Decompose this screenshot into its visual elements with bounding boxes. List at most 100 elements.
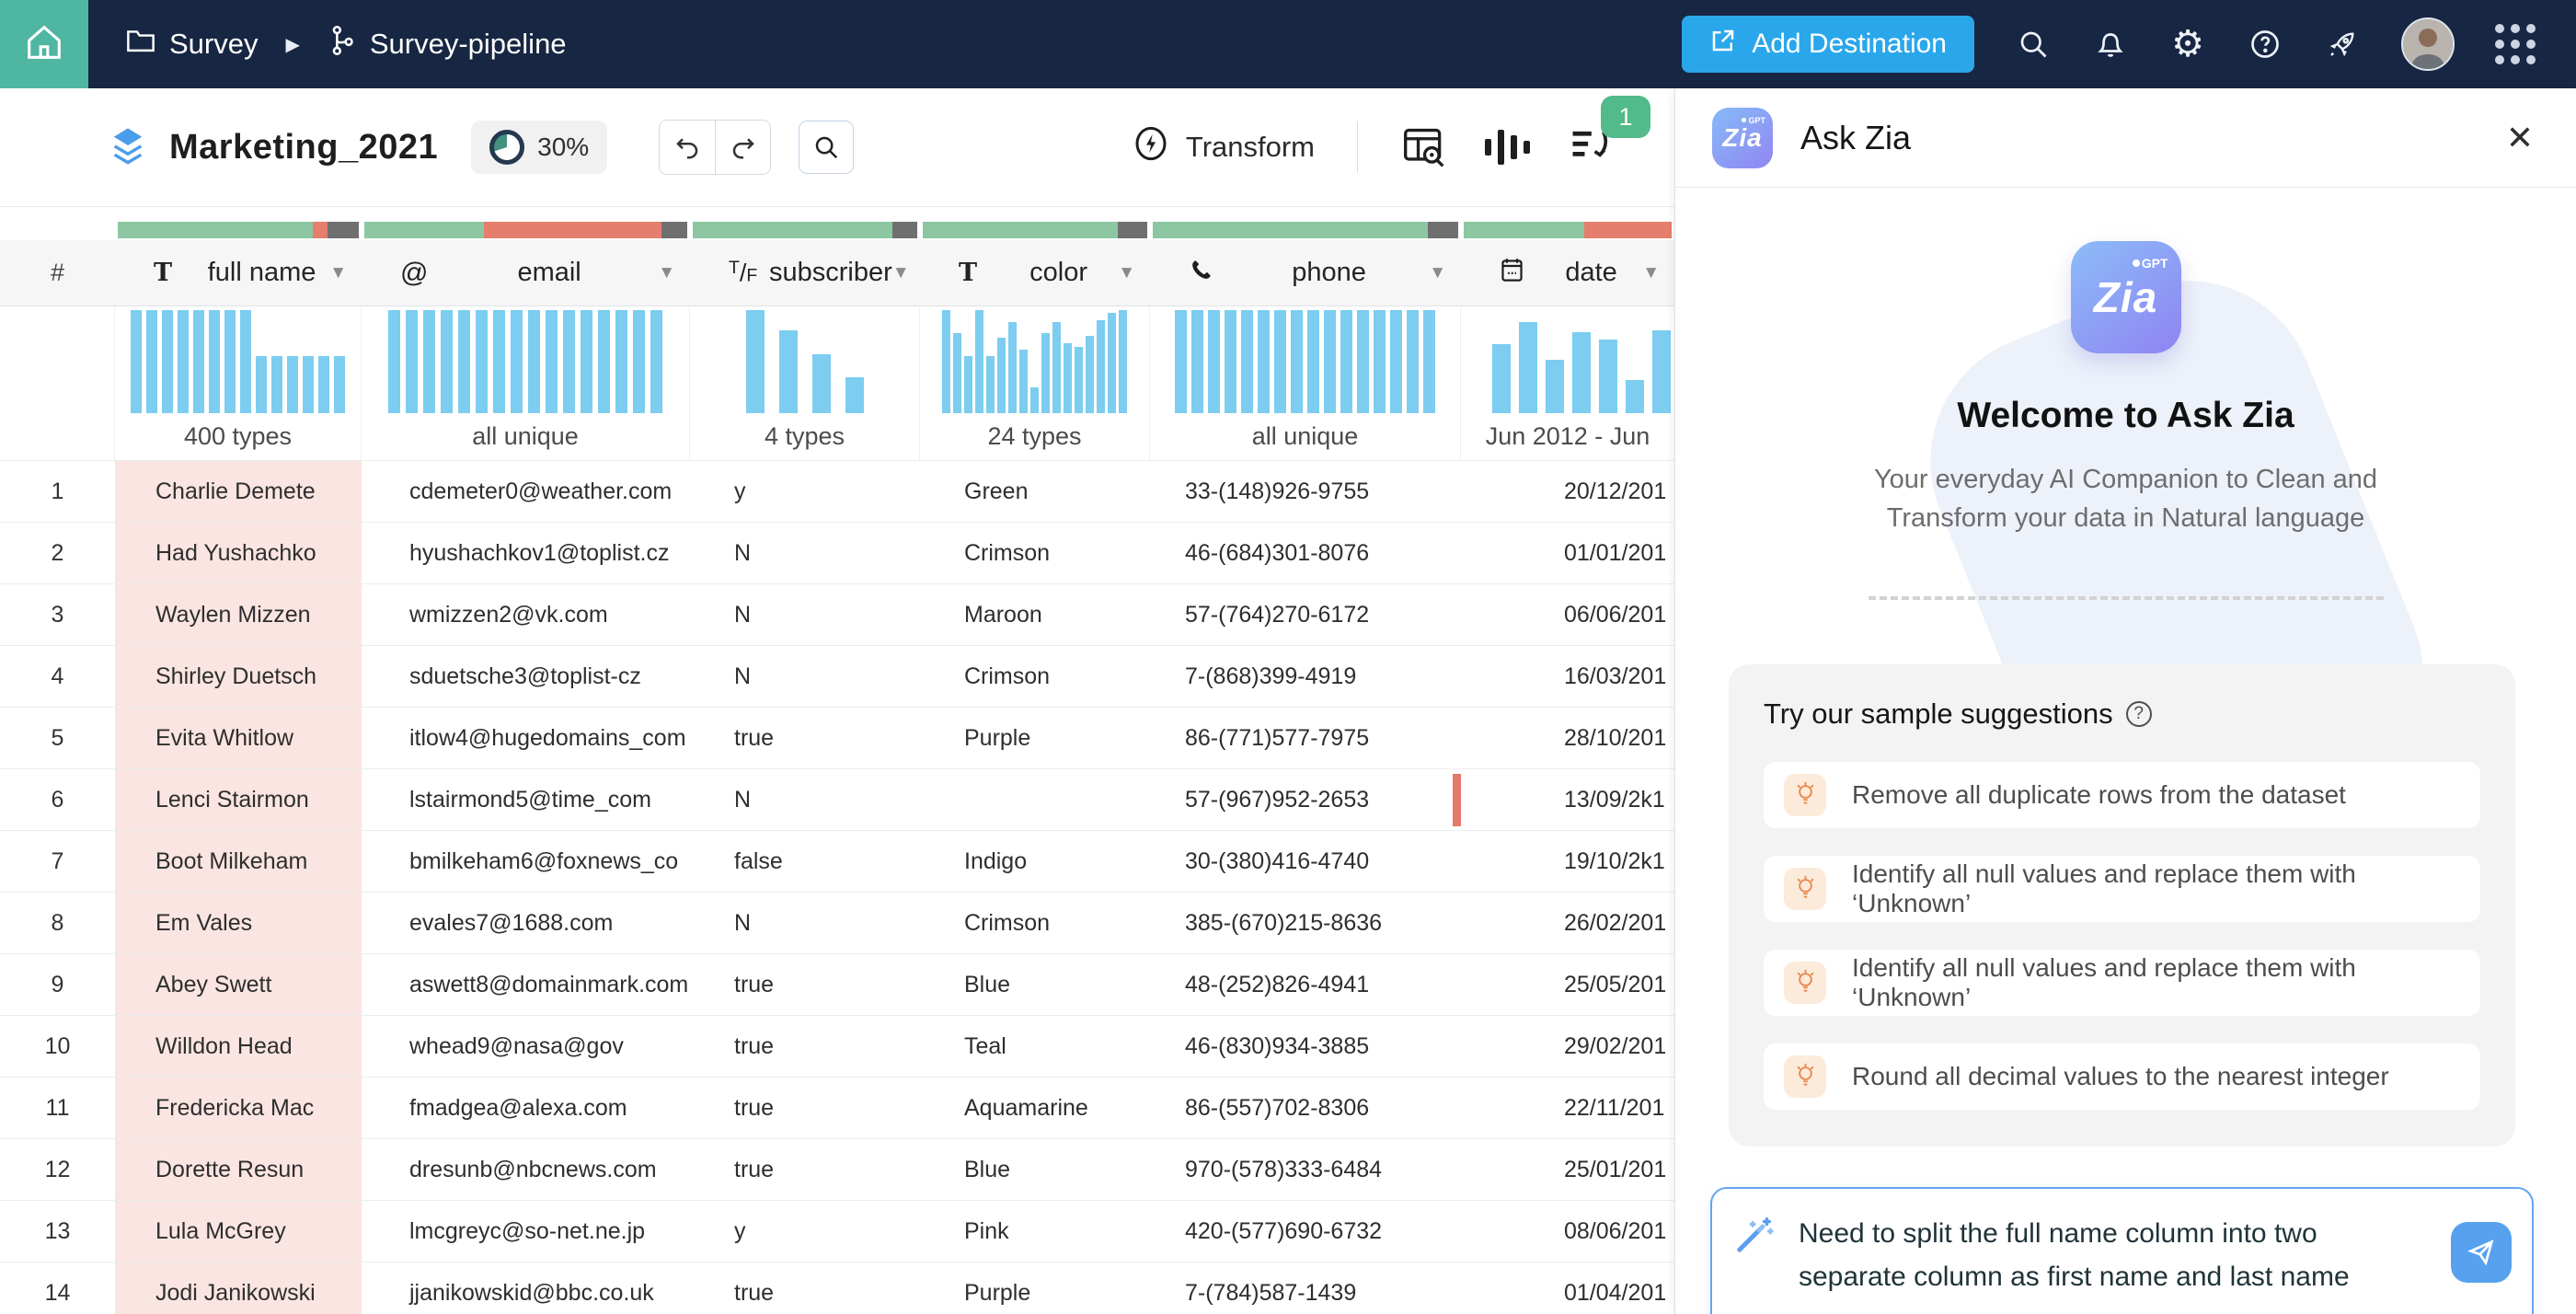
cell-color[interactable] — [920, 769, 1150, 830]
notifications-bell-icon[interactable] — [2092, 26, 2129, 63]
cell-subscriber[interactable]: true — [690, 1262, 920, 1314]
cell-email[interactable]: cdemeter0@weather.com — [362, 461, 690, 522]
cell-subscriber[interactable]: N — [690, 646, 920, 707]
cell-color[interactable]: Pink — [920, 1201, 1150, 1262]
cell-subscriber[interactable]: N — [690, 584, 920, 645]
cell-email[interactable]: lstairmond5@time_com — [362, 769, 690, 830]
cell-name[interactable]: Lenci Stairmon — [115, 769, 362, 830]
cell-name[interactable]: Had Yushachko — [115, 523, 362, 583]
cell-subscriber[interactable]: true — [690, 1016, 920, 1077]
cell-phone[interactable]: 30-(380)416-4740 — [1150, 831, 1461, 892]
quality-strip-date[interactable] — [1464, 222, 1672, 238]
cell-name[interactable]: Charlie Demete — [115, 461, 362, 522]
cell-color[interactable]: Blue — [920, 1139, 1150, 1200]
cell-date[interactable]: 19/10/2k1 — [1461, 831, 1674, 892]
cell-name[interactable]: Lula McGrey — [115, 1201, 362, 1262]
cell-subscriber[interactable]: y — [690, 1201, 920, 1262]
cell-date[interactable]: 25/01/201 — [1461, 1139, 1674, 1200]
quality-strip-subscriber[interactable] — [693, 222, 917, 238]
cell-date[interactable]: 13/09/2k1 — [1461, 769, 1674, 830]
cell-subscriber[interactable]: true — [690, 954, 920, 1015]
breadcrumb-pipeline[interactable]: Survey-pipeline — [328, 25, 567, 63]
cell-phone[interactable]: 86-(771)577-7975 — [1150, 708, 1461, 768]
histogram-cell-name[interactable]: 400 types — [115, 306, 362, 460]
cell-phone[interactable]: 46-(830)934-3885 — [1150, 1016, 1461, 1077]
cell-name[interactable]: Jodi Janikowski — [115, 1262, 362, 1314]
cell-subscriber[interactable]: true — [690, 708, 920, 768]
app-grid-icon[interactable] — [2495, 24, 2536, 64]
cell-email[interactable]: lmcgreyc@so-net.ne.jp — [362, 1201, 690, 1262]
cell-email[interactable]: aswett8@domainmark.com — [362, 954, 690, 1015]
cell-email[interactable]: dresunb@nbcnews.com — [362, 1139, 690, 1200]
help-circle-icon[interactable]: ? — [2126, 701, 2152, 727]
redo-button[interactable] — [715, 121, 770, 174]
preview-table-icon[interactable] — [1400, 123, 1448, 171]
cell-name[interactable]: Shirley Duetsch — [115, 646, 362, 707]
cell-name[interactable]: Fredericka Mac — [115, 1078, 362, 1138]
cell-date[interactable]: 06/06/201 — [1461, 584, 1674, 645]
quality-strip-email[interactable] — [364, 222, 687, 238]
cell-subscriber[interactable]: N — [690, 523, 920, 583]
home-button[interactable] — [0, 0, 88, 88]
cell-color[interactable]: Teal — [920, 1016, 1150, 1077]
cell-color[interactable]: Aquamarine — [920, 1078, 1150, 1138]
cell-phone[interactable]: 86-(557)702-8306 — [1150, 1078, 1461, 1138]
column-header-color[interactable]: Tcolor▼ — [920, 240, 1150, 305]
cell-email[interactable]: sduetsche3@toplist-cz — [362, 646, 690, 707]
cell-email[interactable]: hyushachkov1@toplist.cz — [362, 523, 690, 583]
cell-name[interactable]: Abey Swett — [115, 954, 362, 1015]
cell-phone[interactable]: 970-(578)333-6484 — [1150, 1139, 1461, 1200]
quality-strip-phone[interactable] — [1153, 222, 1458, 238]
cell-subscriber[interactable]: y — [690, 461, 920, 522]
zia-prompt-input[interactable]: Need to split the full name column into … — [1799, 1213, 2394, 1298]
cell-color[interactable]: Crimson — [920, 523, 1150, 583]
cell-subscriber[interactable]: N — [690, 769, 920, 830]
cell-name[interactable]: Boot Milkeham — [115, 831, 362, 892]
chevron-down-icon[interactable]: ▼ — [658, 263, 675, 283]
histogram-cell-color[interactable]: 24 types — [920, 306, 1150, 460]
quality-strip-color[interactable] — [923, 222, 1147, 238]
rocket-icon[interactable] — [2324, 26, 2361, 63]
quality-strip-name[interactable] — [118, 222, 359, 238]
chevron-down-icon[interactable]: ▼ — [892, 263, 910, 283]
histogram-cell-phone[interactable]: all unique — [1150, 306, 1461, 460]
cell-subscriber[interactable]: N — [690, 893, 920, 953]
cell-date[interactable]: 25/05/201 — [1461, 954, 1674, 1015]
suggestion-item[interactable]: Round all decimal values to the nearest … — [1764, 1043, 2480, 1110]
chevron-down-icon[interactable]: ▼ — [1429, 263, 1446, 283]
cell-date[interactable]: 28/10/201 — [1461, 708, 1674, 768]
cell-phone[interactable]: 46-(684)301-8076 — [1150, 523, 1461, 583]
cell-date[interactable]: 01/01/201 — [1461, 523, 1674, 583]
chevron-down-icon[interactable]: ▼ — [329, 263, 347, 283]
search-icon[interactable] — [2015, 26, 2052, 63]
suggestion-item[interactable]: Remove all duplicate rows from the datas… — [1764, 762, 2480, 828]
cell-date[interactable]: 20/12/201 — [1461, 461, 1674, 522]
settings-gear-icon[interactable]: ⚙ — [2169, 26, 2206, 63]
cell-color[interactable]: Crimson — [920, 646, 1150, 707]
cell-name[interactable]: Waylen Mizzen — [115, 584, 362, 645]
user-avatar[interactable] — [2401, 17, 2455, 71]
cell-date[interactable]: 08/06/201 — [1461, 1201, 1674, 1262]
cell-subscriber[interactable]: false — [690, 831, 920, 892]
cell-phone[interactable]: 385-(670)215-8636 — [1150, 893, 1461, 953]
column-header-name[interactable]: Tfull name▼ — [115, 240, 362, 305]
column-header-date[interactable]: date▼ — [1461, 240, 1674, 305]
cell-phone[interactable]: 7-(784)587-1439 — [1150, 1262, 1461, 1314]
histogram-cell-email[interactable]: all unique — [362, 306, 690, 460]
applied-steps-icon[interactable]: 1 — [1566, 123, 1614, 171]
cell-email[interactable]: wmizzen2@vk.com — [362, 584, 690, 645]
suggestion-item[interactable]: Identify all null values and replace the… — [1764, 856, 2480, 922]
cell-color[interactable]: Maroon — [920, 584, 1150, 645]
transform-button[interactable]: Transform — [1133, 125, 1315, 169]
cell-color[interactable]: Indigo — [920, 831, 1150, 892]
cell-date[interactable]: 29/02/201 — [1461, 1016, 1674, 1077]
cell-name[interactable]: Em Vales — [115, 893, 362, 953]
cell-phone[interactable]: 57-(967)952-2653 — [1150, 769, 1461, 830]
help-icon[interactable] — [2247, 26, 2283, 63]
column-header-phone[interactable]: phone▼ — [1150, 240, 1461, 305]
close-icon[interactable]: ✕ — [2506, 121, 2534, 155]
cell-phone[interactable]: 57-(764)270-6172 — [1150, 584, 1461, 645]
cell-color[interactable]: Purple — [920, 708, 1150, 768]
cell-date[interactable]: 22/11/201 — [1461, 1078, 1674, 1138]
cell-color[interactable]: Purple — [920, 1262, 1150, 1314]
